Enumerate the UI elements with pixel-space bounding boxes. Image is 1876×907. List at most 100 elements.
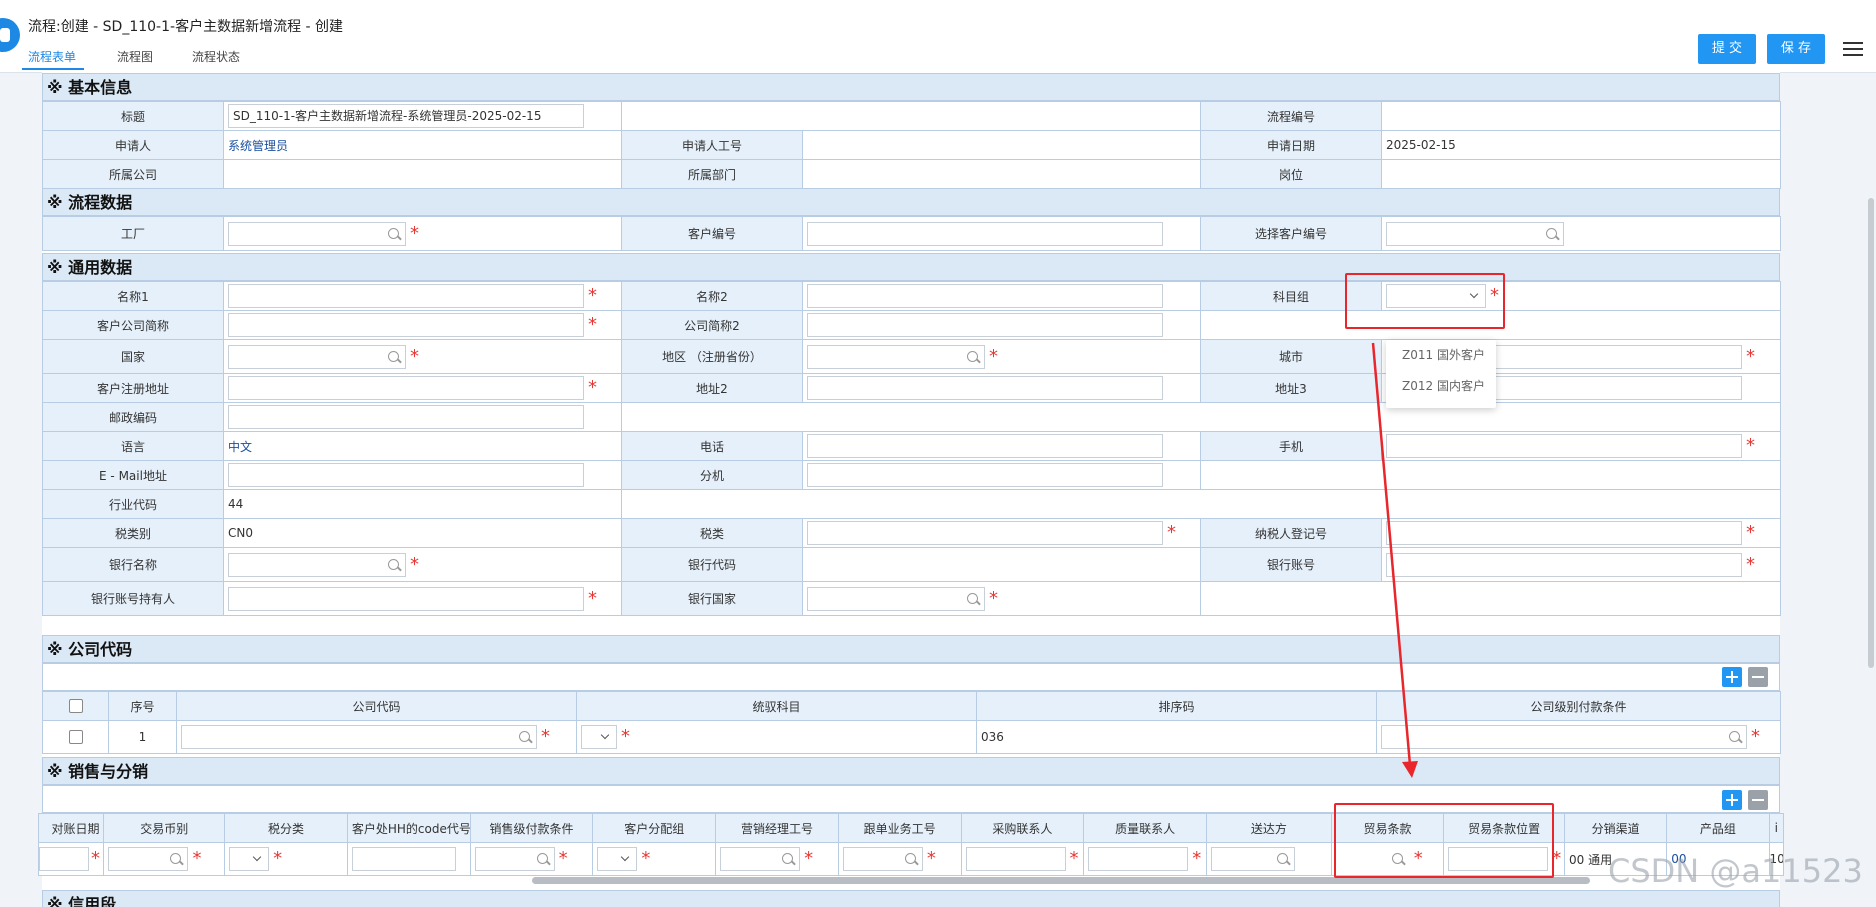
basic-info-table: 标题 SD_110-1-客户主数据新增流程-系统管理员-2025-02-15 流…	[42, 101, 1781, 189]
section-sales-distribution: ※ 销售与分销	[42, 757, 1780, 785]
applicant-id-label: 申请人工号	[621, 130, 803, 160]
bank-name-label: 银行名称	[42, 547, 224, 582]
name2-input[interactable]	[807, 284, 1163, 308]
title-label: 标题	[42, 101, 224, 131]
option-z011[interactable]: Z011 国外客户	[1386, 340, 1496, 371]
remove-row-icon[interactable]	[1748, 790, 1768, 810]
add-row-icon[interactable]	[1722, 790, 1742, 810]
tax-category-select[interactable]	[229, 847, 270, 871]
required-mark: *	[621, 726, 630, 747]
tab-status[interactable]: 流程状态	[192, 48, 240, 65]
short-name-label: 客户公司简称	[42, 310, 224, 340]
short-name-input[interactable]	[228, 313, 584, 337]
postcode-input[interactable]	[228, 405, 584, 429]
remove-row-icon[interactable]	[1748, 667, 1768, 687]
required-mark: *	[410, 345, 419, 367]
apply-date-label: 申请日期	[1200, 130, 1382, 160]
recon-account-select[interactable]	[581, 725, 617, 749]
language-link[interactable]: 中文	[228, 440, 252, 454]
factory-input[interactable]	[228, 221, 406, 246]
form-area: ※ 基本信息 标题 SD_110-1-客户主数据新增流程-系统管理员-2025-…	[37, 72, 1785, 907]
required-mark: *	[273, 848, 283, 869]
section-general-data: ※ 通用数据	[42, 253, 1780, 281]
cust-assign-group-select[interactable]	[597, 847, 638, 871]
hh-code-input[interactable]	[351, 847, 456, 871]
mobile-input[interactable]	[1386, 434, 1742, 458]
select-cust-label: 选择客户编号	[1200, 216, 1382, 251]
horizontal-scrollbar[interactable]	[532, 877, 1590, 884]
save-button[interactable]: 保 存	[1767, 34, 1825, 64]
factory-label: 工厂	[42, 216, 224, 251]
taxpayer-input[interactable]	[1386, 521, 1742, 545]
bank-country-input[interactable]	[807, 586, 985, 611]
addr2-input[interactable]	[807, 376, 1163, 400]
title-input[interactable]: SD_110-1-客户主数据新增流程-系统管理员-2025-02-15	[228, 104, 584, 128]
short-name2-input[interactable]	[807, 313, 1163, 337]
account-holder-input[interactable]	[228, 586, 584, 611]
select-all-checkbox[interactable]	[68, 699, 83, 714]
name1-label: 名称1	[42, 281, 224, 311]
cust-no-input[interactable]	[807, 221, 1163, 246]
applicant-link[interactable]: 系统管理员	[228, 139, 288, 153]
country-input[interactable]	[228, 344, 406, 369]
cust-no-label: 客户编号	[621, 216, 803, 251]
sort-code-value: 036	[976, 720, 1377, 754]
search-icon[interactable]	[519, 731, 530, 742]
search-icon[interactable]	[536, 853, 548, 864]
submit-button[interactable]: 提 交	[1698, 34, 1756, 64]
order-clerk-input[interactable]	[842, 847, 923, 871]
col-product-group: 产品组	[1666, 813, 1770, 843]
vertical-scrollbar[interactable]	[1868, 198, 1874, 668]
company-label: 所属公司	[42, 159, 224, 189]
highlight-box-incoterms	[1334, 803, 1554, 878]
region-input[interactable]	[807, 344, 985, 369]
required-mark: *	[541, 726, 550, 747]
search-icon[interactable]	[388, 558, 399, 570]
option-z012[interactable]: Z012 国内客户	[1386, 371, 1496, 402]
quality-contact-input[interactable]	[1088, 847, 1189, 871]
search-icon[interactable]	[1277, 853, 1289, 864]
required-mark: *	[1167, 522, 1176, 543]
phone-input[interactable]	[807, 434, 1163, 458]
dept-label: 所属部门	[621, 159, 803, 189]
watermark: CSDN @a11523	[1608, 852, 1863, 890]
currency-input[interactable]	[108, 847, 189, 871]
search-icon[interactable]	[967, 592, 978, 604]
add-row-icon[interactable]	[1722, 667, 1742, 687]
select-cust-input[interactable]	[1386, 221, 1564, 246]
required-mark: *	[558, 848, 568, 869]
reg-addr-input[interactable]	[228, 376, 584, 400]
payment-terms-input[interactable]	[1381, 725, 1747, 749]
bank-code-label: 银行代码	[621, 547, 803, 582]
search-icon[interactable]	[782, 853, 794, 864]
addr3-label: 地址3	[1200, 373, 1382, 403]
ship-to-input[interactable]	[1211, 847, 1296, 871]
search-icon[interactable]	[1729, 731, 1740, 742]
tax-type-label: 税类	[621, 518, 803, 548]
name1-input[interactable]	[228, 284, 584, 308]
required-mark: *	[926, 848, 936, 869]
bank-name-input[interactable]	[228, 552, 406, 577]
search-icon[interactable]	[170, 853, 182, 864]
sales-payment-terms-input[interactable]	[474, 847, 555, 871]
ext-input[interactable]	[807, 463, 1163, 487]
col-cust-assign-group: 客户分配组	[592, 813, 717, 843]
search-icon[interactable]	[904, 853, 916, 864]
search-icon[interactable]	[967, 350, 978, 362]
tab-flowchart[interactable]: 流程图	[117, 48, 153, 65]
purchase-contact-input[interactable]	[965, 847, 1066, 871]
row-checkbox[interactable]	[68, 730, 83, 745]
addr2-label: 地址2	[621, 373, 803, 403]
email-input[interactable]	[228, 463, 584, 487]
recon-date-input[interactable]	[39, 847, 89, 871]
col-purchase-contact: 采购联系人	[960, 813, 1085, 843]
search-icon[interactable]	[1546, 227, 1557, 239]
bank-account-input[interactable]	[1386, 552, 1742, 577]
company-code-input[interactable]	[181, 725, 537, 749]
search-icon[interactable]	[388, 350, 399, 362]
tax-type-input[interactable]	[807, 521, 1163, 545]
menu-icon[interactable]	[1843, 42, 1863, 60]
sales-manager-input[interactable]	[720, 847, 801, 871]
search-icon[interactable]	[388, 227, 399, 239]
tab-form[interactable]: 流程表单	[28, 48, 76, 65]
